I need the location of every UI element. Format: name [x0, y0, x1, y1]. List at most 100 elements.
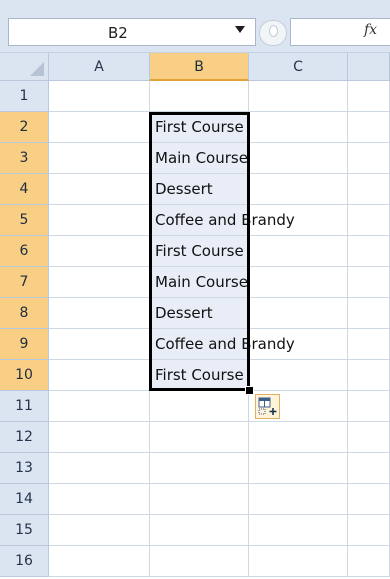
cell-b14[interactable]	[150, 484, 249, 515]
table-row: Dessert	[49, 298, 390, 329]
cell-a5[interactable]	[49, 205, 150, 236]
cell-c1[interactable]	[249, 81, 348, 112]
row-header-1[interactable]: 1	[0, 81, 49, 112]
cell-d14[interactable]	[348, 484, 390, 515]
cell-a14[interactable]	[49, 484, 150, 515]
auto-fill-options-button[interactable]	[255, 394, 280, 419]
cell-b3[interactable]: Main Course	[150, 143, 249, 174]
cell-b6[interactable]: First Course	[150, 236, 249, 267]
cell-d9[interactable]	[348, 329, 390, 360]
cell-a9[interactable]	[49, 329, 150, 360]
cell-c3[interactable]	[249, 143, 348, 174]
cell-d12[interactable]	[348, 422, 390, 453]
cell-d5[interactable]	[348, 205, 390, 236]
table-row: First Course	[49, 236, 390, 267]
cell-d11[interactable]	[348, 391, 390, 422]
cell-b15[interactable]	[150, 515, 249, 546]
row-header-16[interactable]: 16	[0, 546, 49, 577]
cell-c14[interactable]	[249, 484, 348, 515]
cell-c7[interactable]	[249, 267, 348, 298]
row-header-14[interactable]: 14	[0, 484, 49, 515]
table-row: Main Course	[49, 143, 390, 174]
name-box[interactable]: B2	[8, 18, 256, 46]
cell-a10[interactable]	[49, 360, 150, 391]
table-row	[49, 422, 390, 453]
cell-b4[interactable]: Dessert	[150, 174, 249, 205]
cell-d13[interactable]	[348, 453, 390, 484]
cell-d16[interactable]	[348, 546, 390, 577]
cell-b16[interactable]	[150, 546, 249, 577]
cell-c13[interactable]	[249, 453, 348, 484]
column-header-b[interactable]: B	[150, 53, 249, 81]
cell-b7[interactable]: Main Course	[150, 267, 249, 298]
row-header-11[interactable]: 11	[0, 391, 49, 422]
oval-icon[interactable]	[259, 20, 287, 46]
cell-c10[interactable]	[249, 360, 348, 391]
column-header-a[interactable]: A	[49, 53, 150, 81]
cell-d3[interactable]	[348, 143, 390, 174]
cell-c8[interactable]	[249, 298, 348, 329]
cell-a8[interactable]	[49, 298, 150, 329]
cell-d7[interactable]	[348, 267, 390, 298]
cell-a12[interactable]	[49, 422, 150, 453]
cell-d1[interactable]	[348, 81, 390, 112]
cell-b10[interactable]: First Course	[150, 360, 249, 391]
row-header-13[interactable]: 13	[0, 453, 49, 484]
name-box-value: B2	[108, 24, 128, 42]
cell-d4[interactable]	[348, 174, 390, 205]
cell-b1[interactable]	[150, 81, 249, 112]
cell-a2[interactable]	[49, 112, 150, 143]
cell-c6[interactable]	[249, 236, 348, 267]
row-header-6[interactable]: 6	[0, 236, 49, 267]
cell-b5[interactable]: Coffee and Brandy	[150, 205, 295, 236]
cell-c4[interactable]	[249, 174, 348, 205]
cell-d2[interactable]	[348, 112, 390, 143]
select-all-button[interactable]	[0, 53, 49, 81]
chevron-down-icon[interactable]	[235, 26, 245, 33]
row-header-4[interactable]: 4	[0, 174, 49, 205]
cell-c12[interactable]	[249, 422, 348, 453]
cell-a13[interactable]	[49, 453, 150, 484]
cell-d8[interactable]	[348, 298, 390, 329]
fill-handle[interactable]	[245, 386, 254, 395]
row-header-2[interactable]: 2	[0, 112, 49, 143]
cell-a7[interactable]	[49, 267, 150, 298]
cell-a15[interactable]	[49, 515, 150, 546]
cell-d15[interactable]	[348, 515, 390, 546]
cell-d10[interactable]	[348, 360, 390, 391]
row-header-10[interactable]: 10	[0, 360, 49, 391]
cell-value: First Course	[155, 366, 244, 384]
row-header-5[interactable]: 5	[0, 205, 49, 236]
cell-c15[interactable]	[249, 515, 348, 546]
table-row	[49, 515, 390, 546]
row-header-7[interactable]: 7	[0, 267, 49, 298]
cell-value: First Course	[155, 242, 244, 260]
row-header-3[interactable]: 3	[0, 143, 49, 174]
cell-b2[interactable]: First Course	[150, 112, 249, 143]
cell-a11[interactable]	[49, 391, 150, 422]
function-icon[interactable]: fx	[364, 22, 377, 38]
cell-value: Coffee and Brandy	[155, 211, 295, 229]
cell-b8[interactable]: Dessert	[150, 298, 249, 329]
select-all-icon	[30, 62, 44, 76]
row-header-15[interactable]: 15	[0, 515, 49, 546]
cell-c2[interactable]	[249, 112, 348, 143]
cell-b12[interactable]	[150, 422, 249, 453]
formula-input[interactable]: fx	[290, 18, 390, 46]
row-header-8[interactable]: 8	[0, 298, 49, 329]
column-header-c[interactable]: C	[249, 53, 348, 81]
column-header-d[interactable]	[348, 53, 390, 81]
table-row: Coffee and Brandy	[49, 205, 390, 236]
cell-b13[interactable]	[150, 453, 249, 484]
cell-a16[interactable]	[49, 546, 150, 577]
cell-a6[interactable]	[49, 236, 150, 267]
cell-a1[interactable]	[49, 81, 150, 112]
row-header-12[interactable]: 12	[0, 422, 49, 453]
row-header-9[interactable]: 9	[0, 329, 49, 360]
cell-a4[interactable]	[49, 174, 150, 205]
cell-d6[interactable]	[348, 236, 390, 267]
cell-a3[interactable]	[49, 143, 150, 174]
cell-b11[interactable]	[150, 391, 249, 422]
cell-c16[interactable]	[249, 546, 348, 577]
cell-b9[interactable]: Coffee and Brandy	[150, 329, 295, 360]
